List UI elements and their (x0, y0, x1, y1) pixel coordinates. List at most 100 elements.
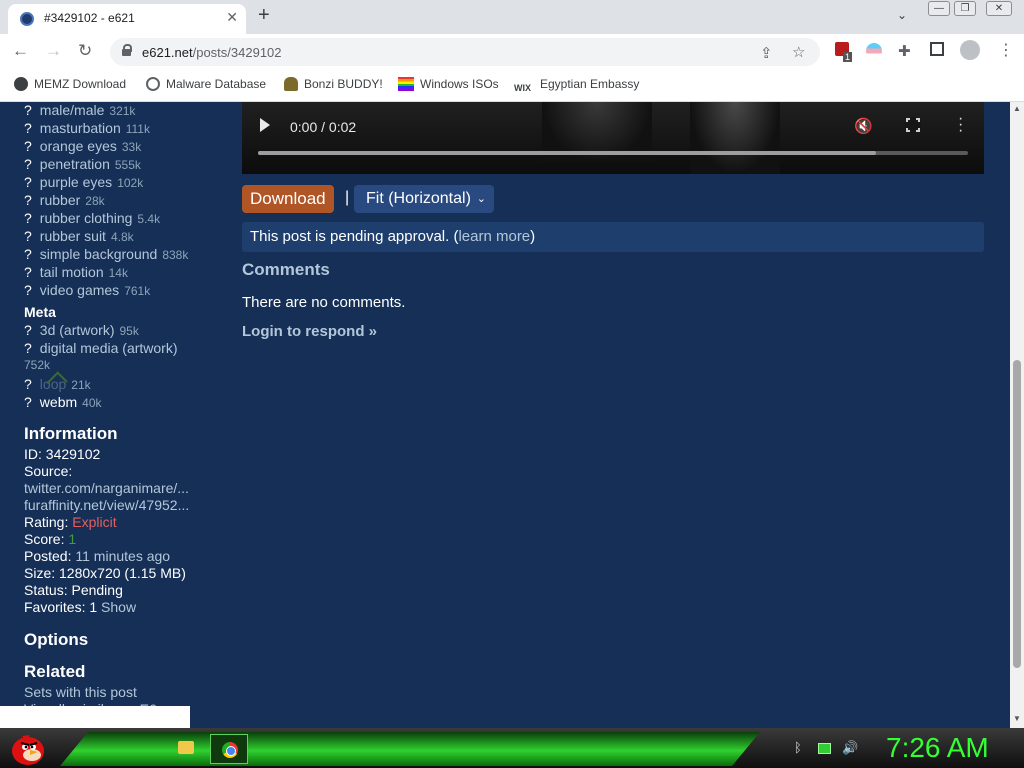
tag-link[interactable]: rubber clothing (40, 210, 133, 226)
taskbar-clock[interactable]: 7:26 AM (886, 732, 989, 764)
active-tab[interactable]: #3429102 - e621 ✕ (8, 4, 246, 34)
source-link[interactable]: twitter.com/narganimare/... (24, 480, 224, 497)
tag-link[interactable]: male/male (40, 102, 105, 118)
chevron-down-icon: ⌄ (476, 193, 486, 205)
angry-bird-start-icon[interactable] (8, 730, 48, 766)
video-frame-shape (690, 102, 780, 174)
bookmark-egyptian-embassy[interactable]: WIX Egyptian Embassy (514, 77, 639, 97)
bluetooth-tray-icon[interactable]: ᛒ (794, 740, 802, 755)
video-player[interactable]: 0:00 / 0:02 🔇 · · · (242, 102, 984, 174)
bookmark-windows-isos[interactable]: Windows ISOs (398, 77, 499, 91)
chrome-taskbar-button[interactable] (210, 734, 248, 764)
scrollbar-thumb[interactable] (1013, 360, 1021, 668)
tag-link[interactable]: webm (40, 394, 77, 410)
windows-icon (398, 77, 414, 91)
tag-row: ? rubber 28k (24, 192, 105, 208)
tag-link[interactable]: video games (40, 282, 119, 298)
tag-link[interactable]: rubber (40, 192, 80, 208)
tag-row: ? purple eyes 102k (24, 174, 144, 190)
tab-close-button[interactable]: ✕ (226, 9, 238, 26)
browser-menu-icon[interactable]: ⋮ (998, 40, 1014, 60)
forward-arrow-icon[interactable]: → (45, 41, 62, 61)
source-link[interactable]: furaffinity.net/view/47952... (24, 497, 224, 514)
info-status: Status: Pending (24, 582, 123, 598)
reload-icon[interactable]: ↻ (78, 41, 92, 61)
tag-link[interactable]: rubber suit (40, 228, 106, 244)
share-icon[interactable]: ⇪ (760, 44, 773, 62)
file-explorer-icon[interactable] (178, 741, 194, 754)
tab-strip: #3429102 - e621 ✕ + ⌄ — ❐ ✕ (0, 0, 1024, 34)
video-more-icon[interactable]: · · · (958, 111, 963, 139)
taskbar-glow (60, 732, 760, 766)
restore-button[interactable]: ❐ (954, 1, 976, 16)
play-icon[interactable] (260, 118, 270, 132)
tag-row: ? rubber clothing 5.4k (24, 210, 161, 226)
volume-tray-icon[interactable]: 🔊 (842, 740, 858, 756)
network-tray-icon[interactable] (818, 743, 831, 754)
page-scrollbar[interactable]: ▲ ▼ (1010, 102, 1024, 728)
taskbar: ᛒ 🔊 7:26 AM (0, 728, 1024, 768)
scroll-down-arrow-icon[interactable]: ▼ (1013, 714, 1021, 723)
tag-count: 321k (109, 104, 136, 118)
side-panel-icon[interactable] (930, 42, 944, 56)
learn-more-link[interactable]: learn more (458, 228, 530, 245)
window-close-button[interactable]: ✕ (986, 1, 1012, 16)
back-arrow-icon[interactable]: ← (12, 41, 29, 61)
no-comments-text: There are no comments. (242, 294, 406, 311)
tag-row: ? tail motion 14k (24, 264, 128, 280)
favorites-show-link[interactable]: Show (101, 599, 136, 615)
profile-avatar-icon[interactable] (960, 40, 980, 60)
separator: | (345, 189, 350, 206)
tag-link[interactable]: penetration (40, 156, 110, 172)
information-heading: Information (24, 424, 118, 443)
meta-heading: Meta (24, 304, 56, 320)
tag-link[interactable]: masturbation (40, 120, 121, 136)
tag-count: 33k (121, 140, 142, 154)
new-tab-button[interactable]: + (258, 4, 270, 27)
address-bar[interactable]: e621.net/posts/3429102 ⇪ ☆ (110, 38, 820, 66)
tab-title: #3429102 - e621 (44, 11, 135, 25)
download-button[interactable]: Download (242, 185, 334, 213)
tag-link[interactable]: tail motion (40, 264, 104, 280)
tab-search-chevron-icon[interactable]: ⌄ (897, 8, 907, 22)
trans-flag-extension-icon[interactable] (866, 43, 882, 59)
tag-row: ? masturbation 111k (24, 120, 150, 136)
extensions-puzzle-icon[interactable]: ✚ (898, 42, 911, 60)
video-buffer-fill (258, 151, 876, 155)
tag-row: ? male/male 321k (24, 102, 136, 118)
tag-link[interactable]: orange eyes (40, 138, 117, 154)
tag-link[interactable]: simple background (40, 246, 158, 262)
minimize-button[interactable]: — (928, 1, 950, 16)
bonzi-icon (284, 77, 298, 91)
tag-link[interactable]: 3d (artwork) (40, 322, 115, 338)
tag-count: 28k (85, 194, 105, 208)
scroll-up-arrow-icon[interactable]: ▲ (1013, 104, 1021, 113)
login-to-respond-link[interactable]: Login to respond » (242, 323, 377, 340)
bookmark-memz[interactable]: MEMZ Download (14, 77, 126, 91)
info-favorites: Favorites: 1 Show (24, 599, 137, 615)
info-rating: Rating: Explicit (24, 514, 117, 530)
bookmark-bonzi-buddy[interactable]: Bonzi BUDDY! (284, 77, 383, 91)
related-sets-link[interactable]: Sets with this post (24, 684, 224, 701)
video-progress-bar[interactable] (258, 151, 968, 155)
tag-count: 761k (124, 284, 151, 298)
tag-link[interactable]: digital media (artwork) (40, 340, 178, 356)
options-heading[interactable]: Options (24, 630, 224, 652)
url-text[interactable]: e621.net/posts/3429102 (142, 45, 282, 60)
tag-count: 21k (71, 378, 91, 392)
tag-count: 838k (162, 248, 189, 262)
bookmark-star-icon[interactable]: ☆ (792, 43, 805, 61)
tag-link[interactable]: purple eyes (40, 174, 112, 190)
tag-count: 4.8k (110, 230, 134, 244)
rating-link[interactable]: Explicit (72, 514, 116, 530)
globe-icon (146, 77, 160, 91)
fullscreen-icon[interactable] (905, 117, 921, 133)
info-size: Size: 1280x720 (1.15 MB) (24, 565, 186, 581)
tag-count: 95k (119, 324, 139, 338)
bookmark-malware-database[interactable]: Malware Database (146, 77, 266, 91)
tag-count: 40k (82, 396, 102, 410)
fit-select[interactable]: Fit (Horizontal) ⌄ (354, 185, 494, 213)
volume-icon[interactable]: 🔇 (854, 117, 873, 135)
tag-row: ? rubber suit 4.8k (24, 228, 134, 244)
posted-link[interactable]: 11 minutes ago (75, 548, 170, 564)
